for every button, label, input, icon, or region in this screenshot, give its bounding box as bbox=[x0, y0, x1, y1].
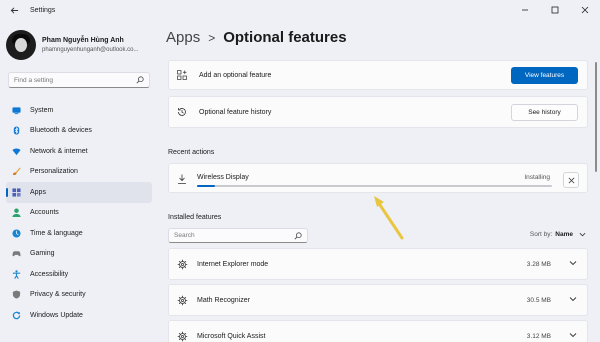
sidebar-item-privacy[interactable]: Privacy & security bbox=[6, 285, 152, 306]
search-icon bbox=[294, 231, 302, 239]
sidebar-item-network[interactable]: Network & internet bbox=[6, 141, 152, 162]
sidebar-item-personalization[interactable]: Personalization bbox=[6, 162, 152, 183]
settings-search-input[interactable] bbox=[14, 76, 136, 84]
history-icon bbox=[177, 107, 187, 117]
settings-search[interactable] bbox=[8, 72, 150, 88]
sidebar-item-apps[interactable]: Apps bbox=[6, 182, 152, 203]
sidebar-item-system[interactable]: System bbox=[6, 100, 152, 121]
update-icon bbox=[12, 311, 21, 320]
back-button[interactable] bbox=[6, 2, 22, 18]
add-feature-icon bbox=[177, 70, 187, 80]
close-icon bbox=[568, 177, 574, 183]
bluetooth-icon bbox=[12, 126, 21, 135]
shield-icon bbox=[12, 290, 21, 299]
window-controls bbox=[510, 0, 600, 20]
annotation-arrow-icon bbox=[374, 196, 404, 240]
feature-size: 3.28 MB bbox=[526, 261, 551, 268]
gear-icon bbox=[177, 295, 188, 306]
breadcrumb-apps-link[interactable]: Apps bbox=[166, 29, 200, 46]
feature-name: Microsoft Quick Assist bbox=[197, 333, 266, 340]
download-icon bbox=[178, 174, 186, 184]
sidebar-item-label: Personalization bbox=[30, 168, 78, 176]
sidebar-item-accounts[interactable]: Accounts bbox=[6, 203, 152, 224]
wifi-icon bbox=[12, 147, 21, 156]
install-progress-fill bbox=[197, 185, 215, 187]
sort-dropdown[interactable]: Sort by: Name bbox=[530, 231, 586, 238]
maximize-button[interactable] bbox=[540, 0, 570, 20]
installed-search-input[interactable] bbox=[174, 232, 294, 239]
see-history-button[interactable]: See history bbox=[511, 103, 578, 121]
sidebar-item-label: Bluetooth & devices bbox=[30, 127, 92, 135]
monitor-icon bbox=[12, 106, 21, 115]
sidebar-item-time-language[interactable]: Time & language bbox=[6, 223, 152, 244]
sort-label: Sort by: bbox=[529, 231, 553, 238]
minimize-button[interactable] bbox=[510, 0, 540, 20]
feature-size: 3.12 MB bbox=[526, 333, 551, 340]
breadcrumb: Apps > Optional features bbox=[166, 29, 347, 46]
close-icon bbox=[581, 6, 589, 14]
install-progress-bar bbox=[197, 185, 552, 187]
sidebar-item-bluetooth[interactable]: Bluetooth & devices bbox=[6, 121, 152, 142]
title-bar: Settings bbox=[0, 0, 600, 20]
gamepad-icon bbox=[12, 249, 21, 258]
profile-email: phamnguyenhunganh@outlook.co... bbox=[42, 47, 139, 53]
maximize-icon bbox=[551, 6, 559, 14]
sidebar-item-label: Accounts bbox=[30, 209, 59, 217]
installed-features-heading: Installed features bbox=[168, 214, 222, 221]
sort-value: Name bbox=[555, 231, 573, 238]
feature-row[interactable]: Internet Explorer mode 3.28 MB bbox=[168, 248, 588, 280]
sidebar: Pham Nguyễn Hùng Anh phamnguyenhunganh@o… bbox=[0, 20, 158, 342]
chevron-down-icon[interactable] bbox=[569, 259, 577, 267]
accessibility-icon bbox=[12, 270, 21, 279]
sidebar-item-label: System bbox=[30, 106, 54, 114]
avatar bbox=[6, 30, 36, 60]
feature-name: Math Recognizer bbox=[197, 297, 250, 304]
install-status: Installing bbox=[524, 174, 550, 181]
scrollbar[interactable] bbox=[595, 62, 597, 172]
gear-icon bbox=[177, 259, 188, 270]
sidebar-item-label: Network & internet bbox=[30, 147, 88, 155]
cancel-install-button[interactable] bbox=[563, 172, 579, 188]
sidebar-item-label: Apps bbox=[30, 188, 46, 196]
recent-action-name: Wireless Display bbox=[197, 174, 249, 181]
brush-icon bbox=[12, 167, 21, 176]
profile-name: Pham Nguyễn Hùng Anh bbox=[42, 37, 124, 44]
feature-history-card: Optional feature history See history bbox=[168, 96, 588, 128]
sidebar-item-label: Accessibility bbox=[30, 270, 69, 278]
feature-size: 30.5 MB bbox=[526, 297, 551, 304]
app-title: Settings bbox=[30, 6, 56, 14]
feature-row[interactable]: Microsoft Quick Assist 3.12 MB bbox=[168, 320, 588, 342]
back-arrow-icon bbox=[10, 6, 18, 14]
sidebar-item-label: Privacy & security bbox=[30, 291, 86, 299]
close-window-button[interactable] bbox=[570, 0, 600, 20]
sidebar-item-windows-update[interactable]: Windows Update bbox=[6, 305, 152, 326]
chevron-down-icon[interactable] bbox=[569, 295, 577, 303]
apps-icon bbox=[12, 188, 21, 197]
page-title: Optional features bbox=[223, 29, 347, 46]
minimize-icon bbox=[522, 9, 528, 11]
sidebar-item-label: Windows Update bbox=[30, 311, 83, 319]
sidebar-item-label: Time & language bbox=[30, 229, 83, 237]
sidebar-nav: System Bluetooth & devices Network & int… bbox=[6, 100, 152, 326]
search-icon bbox=[136, 76, 144, 84]
feature-row[interactable]: Math Recognizer 30.5 MB bbox=[168, 284, 588, 316]
installed-search[interactable] bbox=[168, 228, 308, 243]
sidebar-item-accessibility[interactable]: Accessibility bbox=[6, 264, 152, 285]
add-feature-label: Add an optional feature bbox=[199, 71, 272, 79]
person-icon bbox=[12, 208, 21, 218]
recent-action-row: Wireless Display Installing bbox=[168, 163, 588, 193]
view-features-button[interactable]: View features bbox=[511, 66, 578, 84]
globe-icon bbox=[12, 229, 21, 238]
chevron-right-icon: > bbox=[208, 30, 216, 45]
user-profile[interactable]: Pham Nguyễn Hùng Anh phamnguyenhunganh@o… bbox=[6, 30, 139, 60]
chevron-down-icon[interactable] bbox=[569, 331, 577, 339]
feature-history-label: Optional feature history bbox=[199, 108, 272, 116]
sidebar-item-label: Gaming bbox=[30, 250, 55, 258]
sidebar-item-gaming[interactable]: Gaming bbox=[6, 244, 152, 265]
feature-name: Internet Explorer mode bbox=[197, 261, 269, 268]
add-feature-card: Add an optional feature View features bbox=[168, 60, 588, 90]
gear-icon bbox=[177, 331, 188, 342]
recent-actions-heading: Recent actions bbox=[168, 149, 215, 156]
chevron-down-icon bbox=[579, 232, 586, 237]
